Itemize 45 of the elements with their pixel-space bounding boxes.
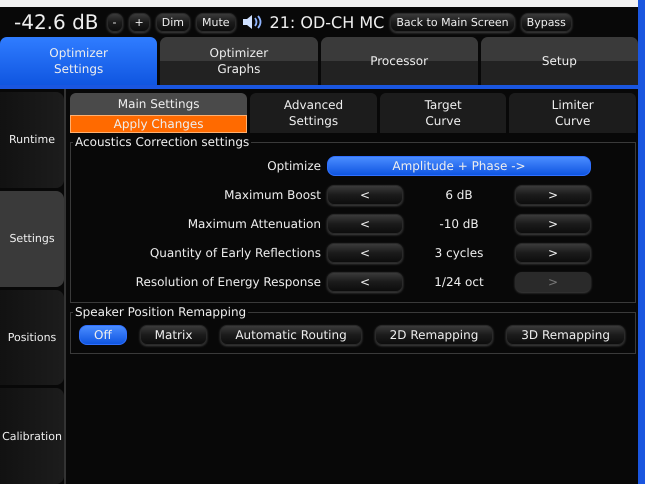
group-title: Acoustics Correction settings [74,135,250,149]
header-button[interactable]: Bypass [520,12,572,32]
preset-name: 21: OD-CH MC [270,12,384,32]
increase-button[interactable]: > [515,184,591,204]
remap-option[interactable]: Automatic Routing [220,325,362,345]
header-button[interactable]: Mute [196,12,236,32]
optimize-button[interactable]: Amplitude + Phase -> [327,156,591,176]
sub-tab[interactable]: Main Settings [70,93,248,115]
setting-value: 1/24 oct [433,274,485,288]
setting-label: Optimize [266,158,321,172]
volume-level: -42.6 dB [14,10,99,34]
setting-label: Resolution of Energy Response [134,274,321,288]
setting-value: 3 cycles [434,246,484,260]
decrease-button[interactable]: < [327,184,403,204]
remap-option[interactable]: 3D Remapping [506,325,625,345]
sub-tab[interactable]: Advanced Settings [250,93,377,133]
setting-label: Quantity of Early Reflections [148,246,321,260]
sidebar-item[interactable]: Calibration [0,388,64,484]
speaker-icon [242,14,264,30]
main-tab[interactable]: Processor [320,37,478,85]
sidebar-item[interactable]: Positions [0,290,64,386]
setting-value: 6 dB [444,188,474,202]
header-button[interactable]: Back to Main Screen [390,12,515,32]
header-button[interactable]: - [106,12,123,32]
decrease-button[interactable]: < [327,272,403,292]
sidebar-item[interactable]: Settings [0,190,64,286]
increase-button[interactable]: > [515,214,591,234]
decrease-button[interactable]: < [327,242,403,262]
remap-option[interactable]: Matrix [140,325,208,345]
main-tab[interactable]: Setup [480,37,638,85]
setting-value: -10 dB [438,216,480,230]
group-title: Speaker Position Remapping [74,305,248,319]
main-tab[interactable]: Optimizer Graphs [160,37,318,85]
increase-button[interactable]: > [515,242,591,262]
header-button[interactable]: Dim [156,12,190,32]
decrease-button[interactable]: < [327,214,403,234]
sub-tab[interactable]: Limiter Curve [509,93,636,133]
main-tab[interactable]: Optimizer Settings [0,37,158,85]
sub-tab[interactable]: Target Curve [380,93,506,133]
setting-label: Maximum Boost [223,188,321,202]
sidebar-item[interactable]: Runtime [0,92,64,188]
remap-option[interactable]: Off [79,325,127,345]
remap-option[interactable]: 2D Remapping [374,325,494,345]
setting-label: Maximum Attenuation [186,216,321,230]
header-button[interactable]: + [128,12,150,32]
